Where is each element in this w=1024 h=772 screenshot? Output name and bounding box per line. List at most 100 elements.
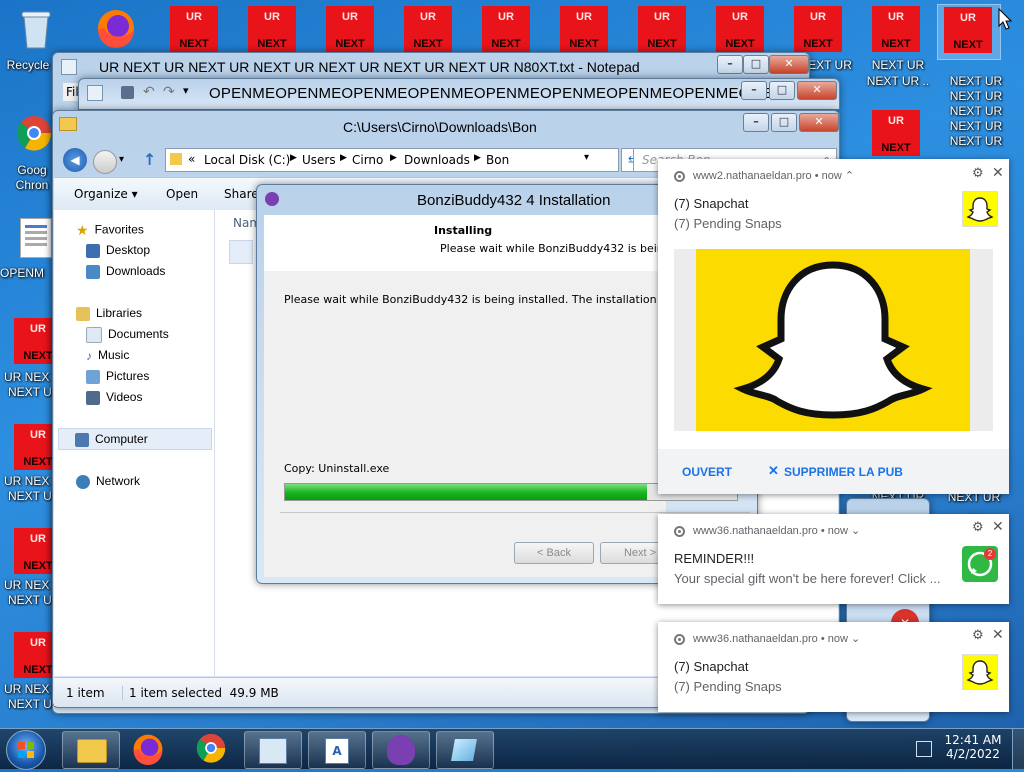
nav-libraries[interactable]: Libraries — [76, 306, 142, 321]
source-url: www36.nathanaeldan.pro — [693, 633, 818, 645]
back-button[interactable]: < Back — [514, 542, 594, 564]
crumb-downloads[interactable]: Downloads — [404, 153, 470, 167]
crumb-local-disk[interactable]: Local Disk (C:) — [204, 153, 290, 167]
address-bar[interactable]: « Local Disk (C:) ▶ Users ▶ Cirno ▶ Down… — [165, 148, 619, 172]
open-button[interactable]: Open — [166, 187, 198, 201]
maximize-button[interactable]: □ — [743, 55, 769, 74]
up-icon[interactable]: ↑ — [143, 150, 156, 169]
notification-time: now — [827, 525, 848, 537]
taskbar-firefox-button[interactable] — [132, 733, 168, 765]
ur-next-icon[interactable]: UR NEXT — [560, 6, 608, 52]
notification-reminder[interactable]: www36.nathanaeldan.pro • now ⌄ ⚙ ✕ REMIN… — [658, 514, 1009, 604]
ur-text: UR — [888, 11, 904, 23]
close-button[interactable]: ✕ — [799, 113, 839, 132]
trash-icon — [21, 11, 51, 49]
ur-next-icon[interactable]: UR NEXT — [248, 6, 296, 52]
firefox-desktop-icon[interactable] — [96, 8, 136, 48]
ur-next-icon[interactable]: UR NEXT — [404, 6, 452, 52]
expand-icon[interactable]: ⌄ — [851, 525, 860, 537]
open-action-button[interactable]: OUVERT — [682, 465, 732, 479]
close-icon[interactable]: ✕ — [992, 626, 1004, 643]
notepad2-titlebar[interactable]: ↶ ↷ ▾ OPENMEOPENMEOPENMEOPENMEOPENMEOPEN… — [79, 79, 839, 105]
minimize-button[interactable]: – — [717, 55, 743, 74]
crumb-sep-icon: ▶ — [340, 153, 347, 163]
nav-videos[interactable]: Videos — [86, 390, 142, 405]
openme-desktop-icon[interactable] — [20, 218, 52, 258]
videos-icon — [86, 390, 100, 405]
nav-label: Downloads — [106, 264, 166, 278]
nav-music[interactable]: ♪ Music — [86, 348, 129, 363]
nav-computer[interactable]: Computer — [58, 428, 212, 450]
notification-snapchat-small[interactable]: www36.nathanaeldan.pro • now ⌄ ⚙ ✕ (7) S… — [658, 622, 1009, 712]
ur-next-icon[interactable]: UR NEXT — [482, 6, 530, 52]
close-icon[interactable]: ✕ — [992, 164, 1004, 181]
close-icon[interactable]: ✕ — [992, 518, 1004, 535]
ur-next-icon[interactable]: UR NEXT — [170, 6, 218, 52]
ur-next-icon[interactable]: UR NEXT — [716, 6, 764, 52]
address-dropdown-icon[interactable]: ▾ — [584, 152, 589, 163]
expand-icon[interactable]: ⌄ — [851, 633, 860, 645]
settings-gear-icon[interactable]: ⚙ — [972, 165, 984, 181]
redo-icon[interactable]: ↷ — [163, 83, 175, 100]
nav-label: Desktop — [106, 243, 151, 257]
explorer-titlebar[interactable]: C:\Users\Cirno\Downloads\Bon – □ ✕ — [53, 111, 839, 137]
show-desktop-button[interactable] — [1012, 729, 1024, 769]
ur-text: UR — [186, 11, 202, 23]
dropdown-icon[interactable]: ▾ — [183, 84, 189, 97]
recent-pages-icon[interactable]: ▾ — [119, 154, 124, 165]
ur-next-icon[interactable]: UR NEXT — [872, 6, 920, 52]
remove-ad-button[interactable]: SUPPRIMER LA PUB — [784, 465, 903, 479]
share-button[interactable]: Share — [224, 187, 259, 201]
taskbar-wordpad-button[interactable]: A — [308, 731, 366, 769]
minimize-button[interactable]: – — [741, 81, 767, 100]
selected-desktop-icon[interactable]: UR NEXT — [937, 4, 1001, 60]
ur-next-icon[interactable]: UR NEXT — [794, 6, 842, 52]
recycle-bin-label: Recycle — [6, 58, 50, 72]
ur-next-icon[interactable]: UR NEXT — [638, 6, 686, 52]
nav-documents[interactable]: Documents — [86, 327, 169, 343]
back-button[interactable]: ◀ — [63, 148, 87, 172]
minimize-button[interactable]: – — [743, 113, 769, 132]
undo-icon[interactable]: ↶ — [143, 83, 155, 100]
save-icon[interactable] — [121, 86, 134, 99]
tray-network-icon[interactable] — [916, 741, 932, 757]
recycle-bin-icon[interactable] — [18, 6, 54, 50]
settings-gear-icon[interactable]: ⚙ — [972, 519, 984, 535]
start-button[interactable] — [6, 730, 46, 770]
maximize-button[interactable]: □ — [771, 113, 797, 132]
installer-heading: Installing — [434, 224, 493, 237]
close-button[interactable]: ✕ — [769, 55, 809, 74]
notification-snapchat-large[interactable]: www2.nathanaeldan.pro • now ⌃ ⚙ ✕ (7) Sn… — [658, 159, 1009, 494]
chrome-icon — [16, 116, 52, 151]
nav-downloads[interactable]: Downloads — [86, 264, 165, 279]
mouse-cursor-icon — [998, 7, 1013, 33]
taskbar-bonzi-button[interactable] — [372, 731, 430, 769]
taskbar-notepad-button[interactable] — [244, 731, 302, 769]
forward-button[interactable] — [93, 150, 117, 174]
organize-button[interactable]: Organize ▾ — [74, 187, 138, 201]
nav-network[interactable]: Network — [76, 474, 140, 489]
nav-label: Music — [98, 348, 130, 362]
crumb-bon[interactable]: Bon — [486, 153, 509, 167]
bonzi-file-icon[interactable] — [229, 240, 253, 264]
ur-next-icon[interactable]: UR NEXT — [872, 110, 920, 156]
chrome-desktop-icon[interactable] — [16, 115, 52, 151]
crumb-cirno[interactable]: Cirno — [352, 153, 383, 167]
collapse-icon[interactable]: ⌃ — [845, 170, 854, 182]
taskbar-explorer-button[interactable] — [62, 731, 120, 769]
taskbar-app-button[interactable] — [436, 731, 494, 769]
ur-label: NEXT UR — [949, 104, 1003, 118]
crumb-users[interactable]: Users — [302, 153, 336, 167]
ur-text: UR — [888, 115, 904, 127]
taskbar-chrome-button[interactable] — [196, 733, 228, 765]
notepad-titlebar[interactable]: UR NEXT UR NEXT UR NEXT UR NEXT UR NEXT … — [53, 53, 809, 79]
nav-pictures[interactable]: Pictures — [86, 369, 149, 384]
nav-desktop[interactable]: Desktop — [86, 243, 150, 258]
maximize-button[interactable]: □ — [769, 81, 795, 100]
notepad2-window[interactable]: ↶ ↷ ▾ OPENMEOPENMEOPENMEOPENMEOPENMEOPEN… — [78, 78, 840, 110]
settings-gear-icon[interactable]: ⚙ — [972, 627, 984, 643]
ur-next-icon[interactable]: UR NEXT — [326, 6, 374, 52]
close-button[interactable]: ✕ — [797, 81, 837, 100]
clock[interactable]: 12:41 AM 4/2/2022 — [944, 733, 1002, 761]
nav-favorites[interactable]: ★ Favorites — [76, 222, 144, 239]
